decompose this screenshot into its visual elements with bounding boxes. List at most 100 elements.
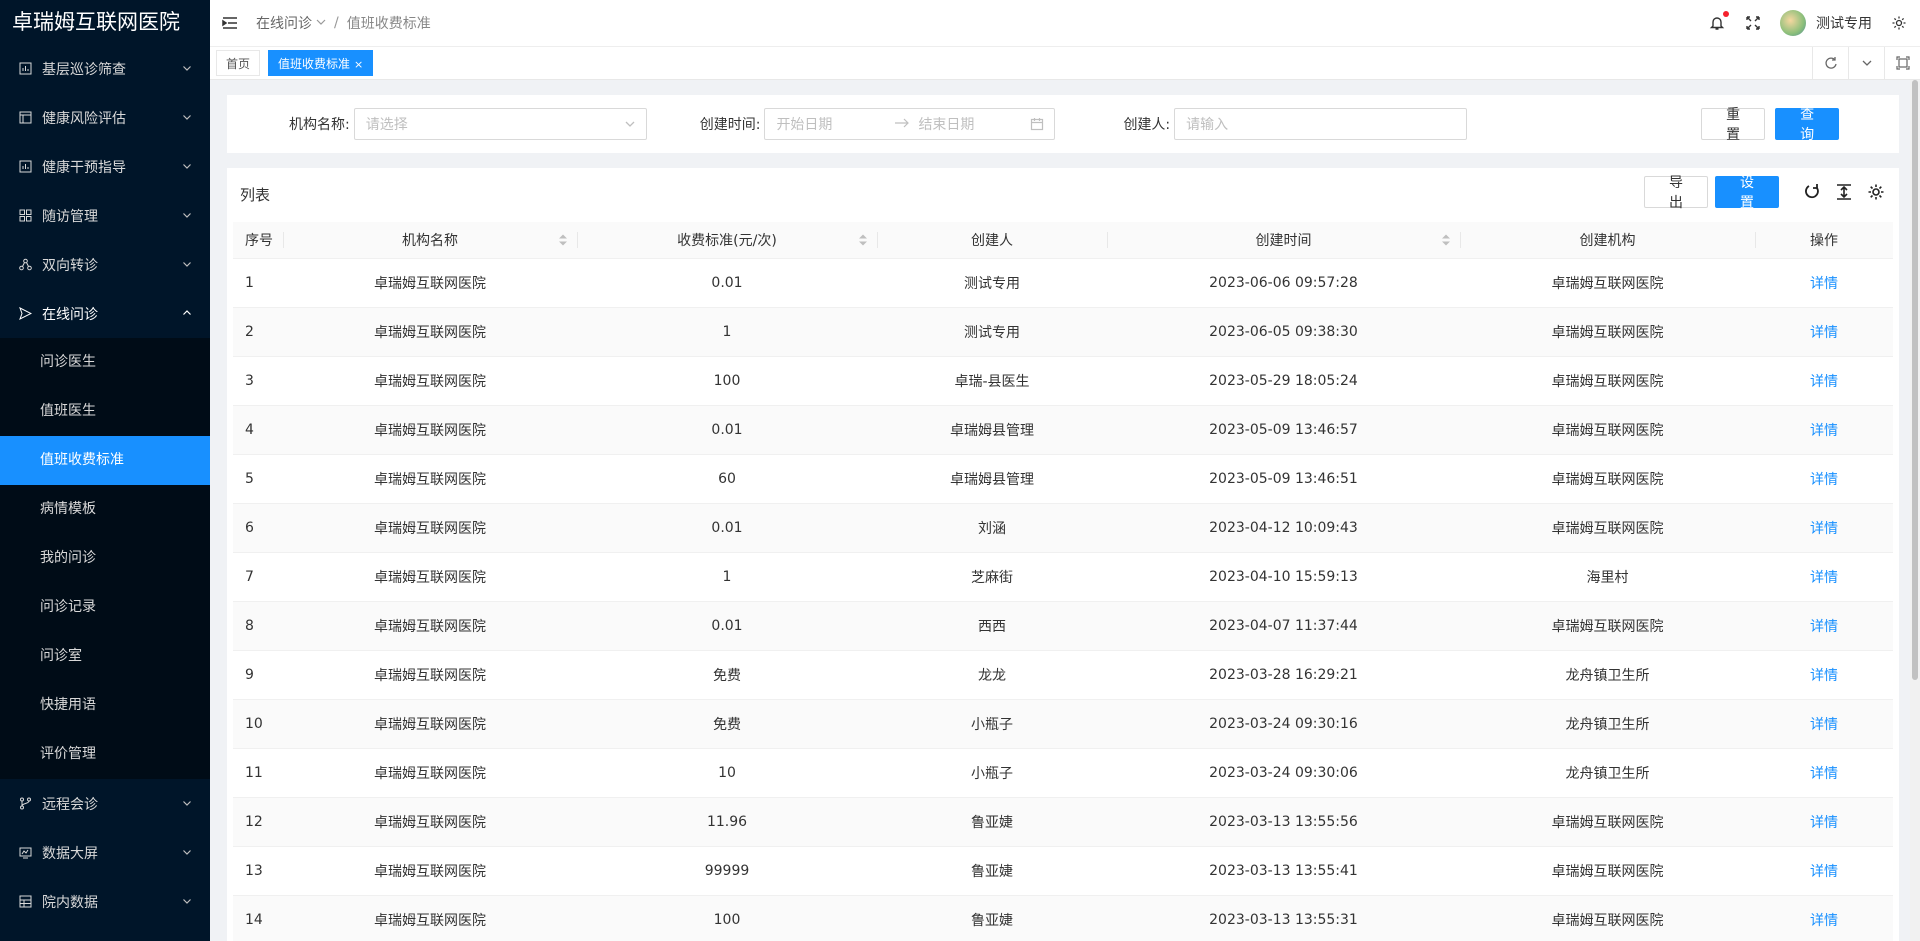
cell-fee: 0.01: [577, 503, 877, 553]
col-header-fee[interactable]: 收费标准(元/次): [577, 222, 877, 259]
menu-fold-icon[interactable]: [222, 15, 238, 31]
search-filter-panel: 机构名称: 请选择 创建时间: 开始日期 结束日期 创建人: 请输入 重 置 查…: [227, 95, 1899, 153]
org-select[interactable]: 请选择: [353, 108, 647, 140]
export-button[interactable]: 导 出: [1644, 175, 1708, 211]
page-scrollbar[interactable]: [1910, 80, 1920, 941]
date-range-picker[interactable]: 开始日期 结束日期: [764, 108, 1056, 140]
tab-duty-fee[interactable]: 值班收费标准 ×: [268, 50, 374, 76]
chevron-down-icon: [182, 796, 192, 812]
reset-button[interactable]: 重 置: [1701, 107, 1766, 143]
sort-icon[interactable]: [1442, 234, 1450, 246]
cell-org: 卓瑞姆互联网医院: [283, 846, 577, 896]
detail-link[interactable]: 详情: [1755, 699, 1893, 749]
query-button[interactable]: 查 询: [1775, 107, 1840, 143]
table-row: 9 卓瑞姆互联网医院 免费 龙龙 2023-03-28 16:29:21 龙舟镇卫生所 详情: [233, 650, 1893, 700]
cell-org: 卓瑞姆互联网医院: [283, 258, 577, 308]
submenu-item-2[interactable]: 值班收费标准: [0, 436, 210, 485]
table-row: 14 卓瑞姆互联网医院 100 鲁亚婕 2023-03-13 13:55:31 卓瑞姆互联…: [233, 895, 1893, 941]
bell-icon[interactable]: [1708, 11, 1729, 32]
scrollbar-thumb[interactable]: [1912, 80, 1918, 680]
col-header-create-time[interactable]: 创建时间: [1107, 222, 1460, 259]
detail-link[interactable]: 详情: [1755, 307, 1893, 357]
detail-link[interactable]: 详情: [1755, 258, 1893, 308]
submenu-item-6[interactable]: 问诊室: [0, 632, 210, 681]
chevron-down-icon: [182, 894, 192, 910]
cell-fee: 0.01: [577, 601, 877, 651]
submenu-item-7[interactable]: 快捷用语: [0, 681, 210, 730]
sidebar-item-5[interactable]: 在线问诊: [0, 289, 210, 338]
chart-icon: [18, 160, 32, 174]
fullscreen-icon[interactable]: [1744, 14, 1762, 32]
sidebar-item-8[interactable]: 院内数据: [0, 877, 210, 926]
cell-fee: 11.96: [577, 797, 877, 847]
gear-icon[interactable]: [1890, 14, 1908, 32]
breadcrumb-item-online-consult[interactable]: 在线问诊: [256, 13, 312, 33]
cell-create-org: 卓瑞姆互联网医院: [1460, 895, 1755, 941]
sidebar-item-1[interactable]: 健康风险评估: [0, 93, 210, 142]
table-header-row: 序号 机构名称 收费标准(元/次) 创建人 创建时间 创建机构 操作: [233, 222, 1893, 259]
col-header-creator: 创建人: [877, 222, 1107, 259]
fee-standard-table: 序号 机构名称 收费标准(元/次) 创建人 创建时间 创建机构 操作 1 卓瑞姆互…: [233, 222, 1893, 941]
expand-icon[interactable]: [1884, 47, 1920, 79]
start-date-input[interactable]: 开始日期: [776, 114, 886, 134]
table-panel: 列表 导 出 设 置 序号 机构名称 收费标准(元/次) 创建人 创建时间 创建…: [227, 168, 1899, 941]
sidebar-item-6[interactable]: 远程会诊: [0, 779, 210, 828]
refresh-icon[interactable]: [1812, 47, 1848, 79]
cell-create-time: 2023-03-24 09:30:06: [1107, 748, 1460, 798]
table-row: 12 卓瑞姆互联网医院 11.96 鲁亚婕 2023-03-13 13:55:56 卓瑞姆…: [233, 797, 1893, 847]
chevron-down-icon[interactable]: [1848, 47, 1884, 79]
sidebar-item-7[interactable]: 数据大屏: [0, 828, 210, 877]
creator-label: 创建人:: [1123, 117, 1171, 133]
tab-tools: [1812, 47, 1920, 79]
submenu-item-4[interactable]: 我的问诊: [0, 534, 210, 583]
app-logo-title: 卓瑞姆互联网医院: [12, 10, 180, 34]
detail-link[interactable]: 详情: [1755, 405, 1893, 455]
detail-link[interactable]: 详情: [1755, 454, 1893, 504]
submenu-item-3[interactable]: 病情模板: [0, 485, 210, 534]
submenu-item-1[interactable]: 值班医生: [0, 387, 210, 436]
detail-link[interactable]: 详情: [1755, 356, 1893, 406]
sort-icon[interactable]: [859, 234, 867, 246]
cell-create-org: 龙舟镇卫生所: [1460, 650, 1755, 700]
cell-create-org: 卓瑞姆互联网医院: [1460, 846, 1755, 896]
close-icon[interactable]: ×: [354, 58, 363, 71]
avatar[interactable]: [1780, 10, 1806, 36]
col-header-org[interactable]: 机构名称: [283, 222, 577, 259]
detail-link[interactable]: 详情: [1755, 748, 1893, 798]
cell-index: 11: [233, 748, 283, 798]
submenu-item-8[interactable]: 评价管理: [0, 730, 210, 779]
tab-home[interactable]: 首页: [216, 50, 261, 76]
cell-org: 卓瑞姆互联网医院: [283, 699, 577, 749]
reload-icon[interactable]: [1803, 183, 1821, 201]
end-date-input[interactable]: 结束日期: [918, 114, 974, 134]
submenu-item-0[interactable]: 问诊医生: [0, 338, 210, 387]
username[interactable]: 测试专用: [1816, 13, 1872, 33]
cell-create-org: 卓瑞姆互联网医院: [1460, 601, 1755, 651]
detail-link[interactable]: 详情: [1755, 601, 1893, 651]
column-height-icon[interactable]: [1835, 183, 1853, 201]
sidebar-item-4[interactable]: 双向转诊: [0, 240, 210, 289]
setting-icon[interactable]: [1867, 183, 1885, 201]
detail-link[interactable]: 详情: [1755, 503, 1893, 553]
cell-create-org: 卓瑞姆互联网医院: [1460, 405, 1755, 455]
list-title: 列表: [240, 186, 271, 204]
creator-input[interactable]: 请输入: [1174, 108, 1468, 140]
sort-icon[interactable]: [559, 234, 567, 246]
sidebar-item-2[interactable]: 健康干预指导: [0, 142, 210, 191]
table-row: 5 卓瑞姆互联网医院 60 卓瑞姆县管理 2023-05-09 13:46:51 卓瑞姆互…: [233, 454, 1893, 504]
creator-input-placeholder: 请输入: [1186, 117, 1229, 133]
cell-create-time: 2023-05-09 13:46:51: [1107, 454, 1460, 504]
sidebar-item-label: 健康干预指导: [42, 159, 126, 176]
sidebar-item-3[interactable]: 随访管理: [0, 191, 210, 240]
submenu-item-5[interactable]: 问诊记录: [0, 583, 210, 632]
detail-link[interactable]: 详情: [1755, 846, 1893, 896]
table-row: 8 卓瑞姆互联网医院 0.01 西西 2023-04-07 11:37:44 卓瑞姆互联网…: [233, 601, 1893, 651]
sidebar-item-0[interactable]: 基层巡诊筛查: [0, 44, 210, 93]
detail-link[interactable]: 详情: [1755, 797, 1893, 847]
detail-link[interactable]: 详情: [1755, 552, 1893, 602]
cell-index: 10: [233, 699, 283, 749]
settings-button[interactable]: 设 置: [1715, 175, 1779, 211]
chevron-down-icon: [182, 208, 192, 224]
detail-link[interactable]: 详情: [1755, 895, 1893, 941]
detail-link[interactable]: 详情: [1755, 650, 1893, 700]
